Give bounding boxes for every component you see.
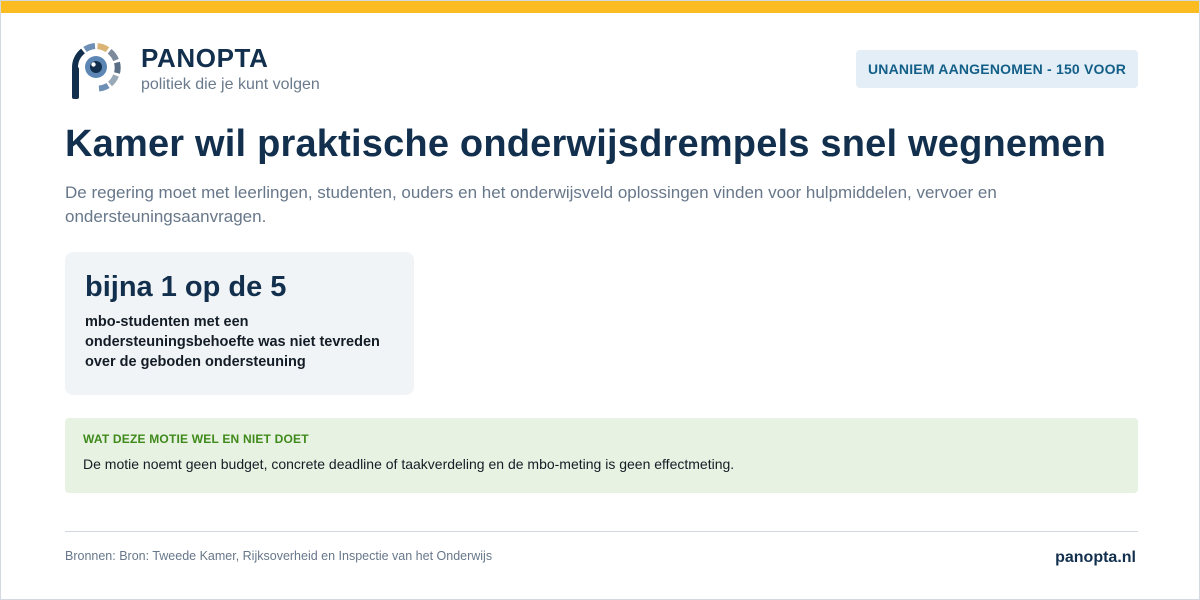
accent-top-bar: [1, 1, 1199, 13]
share-card: PANOPTA politiek die je kunt volgen UNAN…: [0, 0, 1200, 600]
stat-value: bijna 1 op de 5: [85, 271, 287, 303]
brand-tagline: politiek die je kunt volgen: [141, 76, 320, 93]
article-summary: De regering moet met leerlingen, student…: [65, 183, 997, 226]
stat-card: bijna 1 op de 5 mbo-studenten met een on…: [65, 252, 414, 395]
brand-name: PANOPTA: [141, 43, 269, 73]
stat-description: mbo-studenten met een ondersteuningsbeho…: [85, 314, 380, 370]
page-title: Kamer wil praktische onderwijsdrempels s…: [65, 123, 1106, 165]
motion-scope-note: WAT DEZE MOTIE WEL EN NIET DOET De motie…: [65, 418, 1138, 493]
vote-status-badge: UNANIEM AANGENOMEN - 150 VOOR: [856, 50, 1138, 88]
note-title: WAT DEZE MOTIE WEL EN NIET DOET: [83, 432, 309, 446]
footer-divider: [65, 531, 1138, 532]
site-link[interactable]: panopta.nl: [1055, 549, 1136, 567]
eye-logo-icon: [72, 43, 121, 99]
sources-text: Bronnen: Bron: Tweede Kamer, Rijksoverhe…: [65, 549, 493, 563]
note-text: De motie noemt geen budget, concrete dea…: [83, 456, 735, 472]
